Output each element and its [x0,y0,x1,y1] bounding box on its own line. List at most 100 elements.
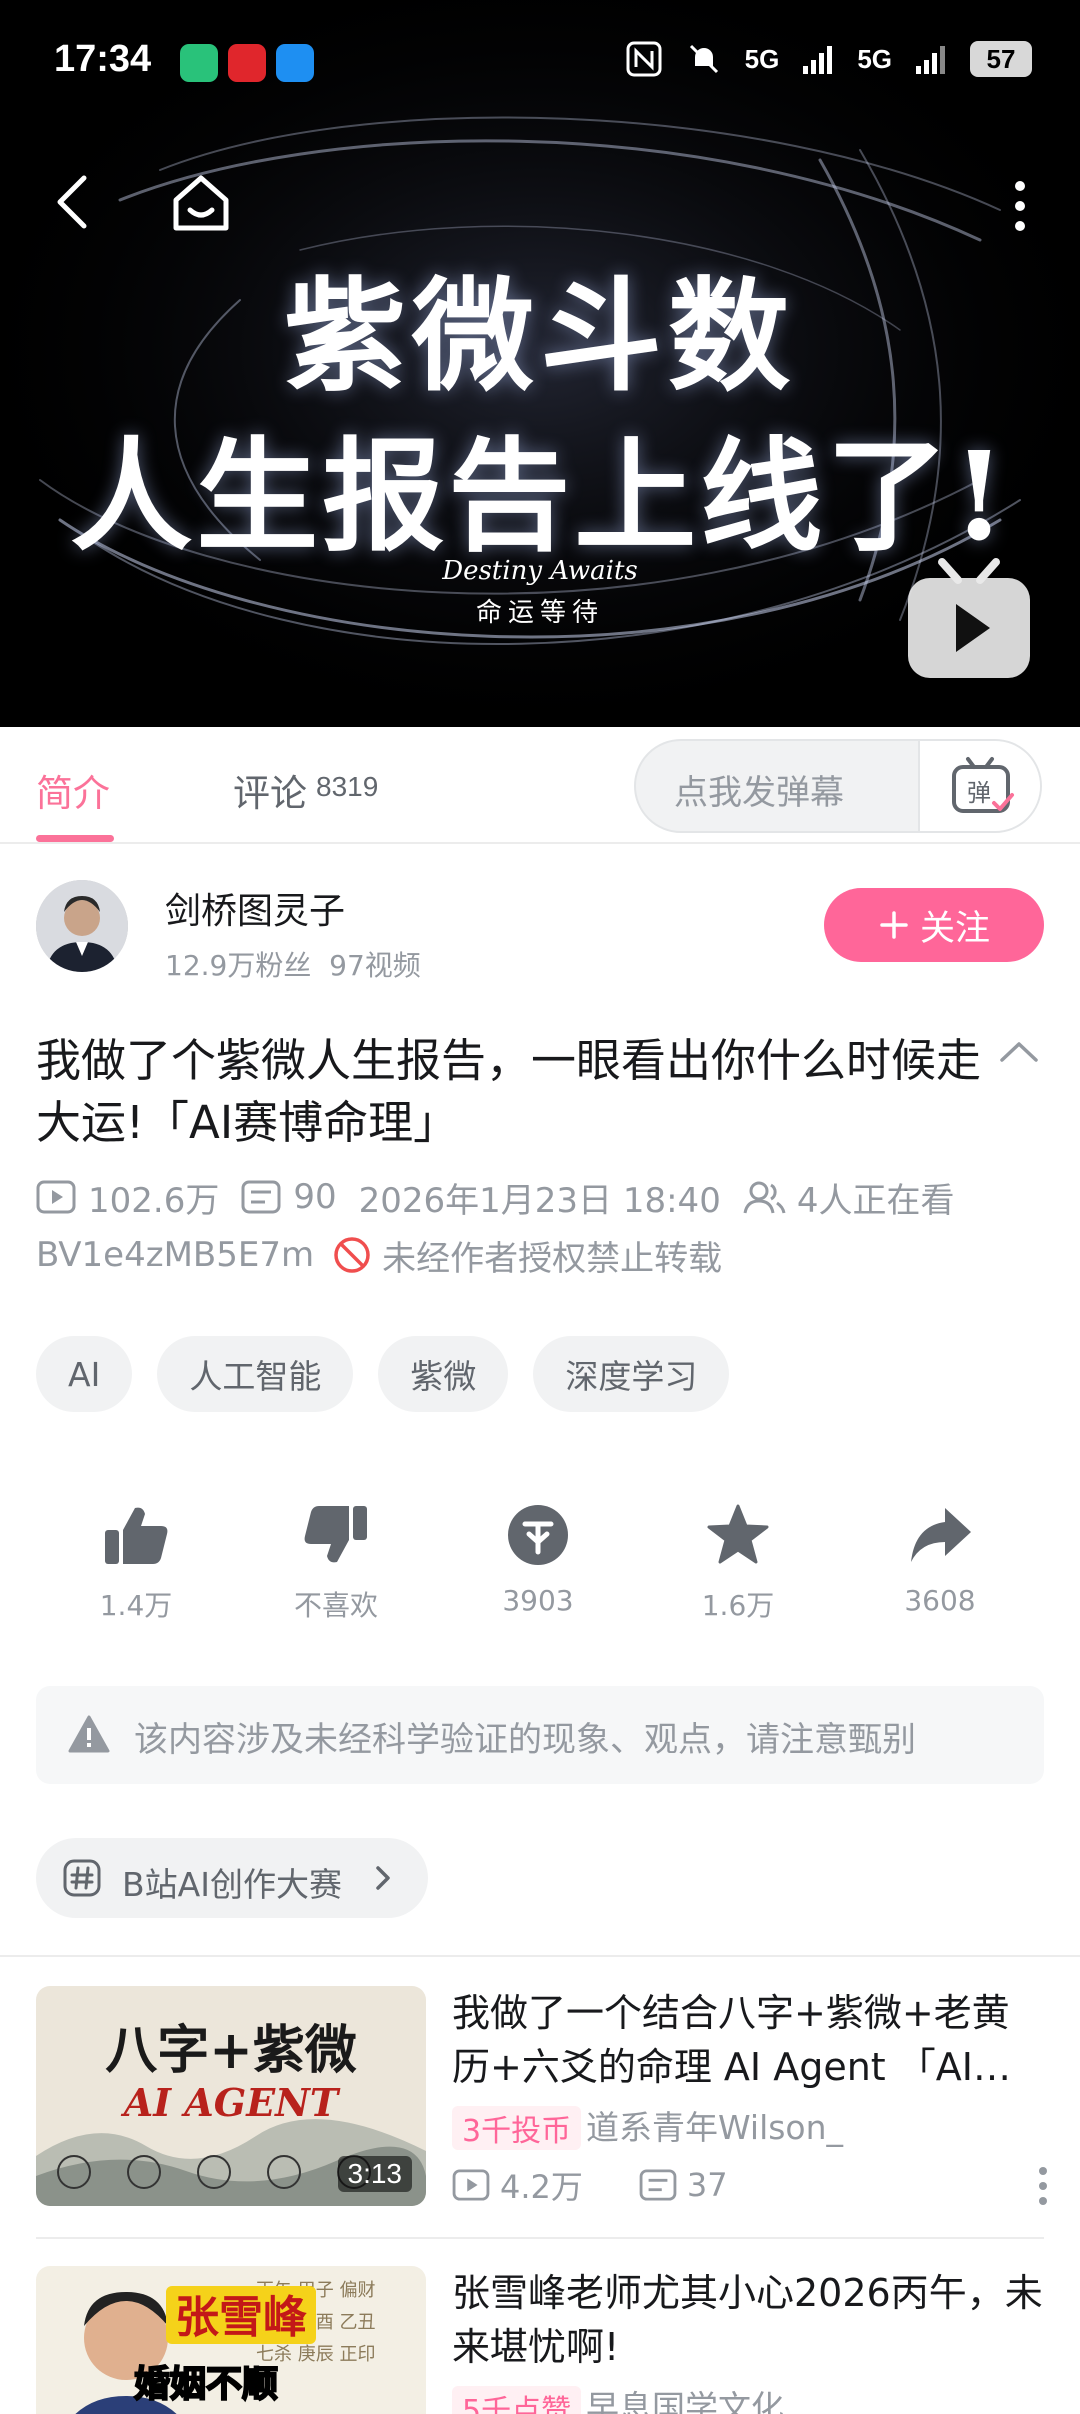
hashtag-icon [63,1859,101,1897]
video-player[interactable]: 17:34 5G 5G 57 紫微斗数 人生报告上线了! Destiny Awa… [0,0,1080,727]
related-thumbnail[interactable]: 八字+紫微 AI AGENT 3:13 [36,1986,426,2206]
related-stats: 4.2万 37 [452,2162,728,2208]
section-divider [0,1955,1080,1957]
thumbnail-text-2: 婚姻不顺 [134,2364,278,2405]
author-avatar[interactable] [36,880,128,972]
bvid: BV1e4zMB5E7m [36,1235,315,1275]
coin-icon [508,1505,568,1565]
like-count: 1.4万 [99,1589,173,1622]
app-notification-icon [276,44,314,82]
tab-active-indicator [36,835,114,842]
danmaku-count-icon [639,2169,677,2201]
danmaku-tv-icon: 弹 [952,757,1014,813]
danmaku-count: 90 [293,1177,337,1217]
tab-intro[interactable]: 简介 [36,763,110,817]
danmaku-placeholder: 点我发弹幕 [674,773,844,813]
cover-headline-line2: 人生报告上线了! [70,424,1010,568]
views-icon [36,1180,76,1214]
mute-bell-icon [689,44,718,74]
related-title[interactable]: 我做了一个结合八字+紫微+老黄历+六爻的命理 AI Agent 「AI… [452,1986,1044,2094]
more-options-icon[interactable] [1000,178,1040,234]
science-notice: 该内容涉及未经科学验证的现象、观点，请注意甄别 [36,1686,1044,1784]
status-time: 17:34 [54,38,152,80]
signal-icon [803,46,833,74]
follow-label: 关注 [919,908,990,949]
notice-text: 该内容涉及未经科学验证的现象、观点，请注意甄别 [134,1720,916,1760]
share-arrow-icon [911,1508,971,1562]
detail-tabs: 简介 评论 8319 点我发弹幕 弹 [0,727,1080,844]
thumbnail-text-2: AI AGENT [121,2080,341,2125]
share-button[interactable]: 3608 [840,1502,1040,1617]
coin-count: 3903 [502,1584,574,1617]
thumbnail-text-1: 八字+紫微 [105,2020,357,2081]
dislike-button[interactable]: 不喜欢 [236,1502,436,1624]
like-button[interactable]: 1.4万 [36,1502,236,1624]
avatar-image [36,880,128,972]
dislike-label: 不喜欢 [293,1589,378,1622]
back-arrow-icon[interactable] [50,172,94,232]
danmaku-button-label: 弹 [967,779,991,807]
related-danmaku: 37 [686,2166,728,2204]
views-icon [452,2169,490,2201]
danmaku-input[interactable]: 点我发弹幕 弹 [634,739,1042,833]
chevron-right-icon [376,1866,390,1890]
app-notification-icon [180,44,218,82]
video-duration: 3:13 [337,2156,412,2192]
favorite-button[interactable]: 1.6万 [638,1502,838,1624]
video-meta-row: 102.6万 90 2026年1月23日 18:40 4人正在看 [36,1172,954,1222]
coin-button[interactable]: 3903 [438,1502,638,1617]
battery-indicator: 57 [970,41,1032,77]
contest-topic-chip[interactable]: B站AI创作大赛 [36,1838,428,1918]
action-bar: 1.4万 不喜欢 3903 1.6万 3608 [36,1502,1044,1642]
contest-label: B站AI创作大赛 [122,1865,342,1904]
publish-time: 2026年1月23日 18:40 [358,1180,721,1221]
view-count: 102.6万 [88,1180,220,1221]
more-options-icon[interactable] [1036,2166,1050,2206]
danmaku-count-icon [241,1180,281,1214]
chevron-up-icon[interactable] [998,1036,1040,1066]
related-badge: 5千点赞 [452,2386,582,2414]
follow-button[interactable]: 关注 [824,888,1044,962]
author-name[interactable]: 剑桥图灵子 [165,882,345,934]
status-bar: 17:34 5G 5G 57 [0,0,1080,120]
network-label: 5G [744,43,780,74]
star-icon [707,1504,769,1564]
app-notification-icon [228,44,266,82]
home-icon[interactable] [168,170,234,236]
related-author[interactable]: 道系青年Wilson_ [586,2106,843,2150]
plus-icon [880,911,908,939]
cover-headline-line1: 紫微斗数 [284,264,796,408]
tag-item[interactable]: 深度学习 [533,1336,730,1412]
related-thumbnail[interactable]: 丙午 甲子 偏财 正官 癸酉 乙丑 七杀 庚辰 正印 张雪峰 婚姻不顺 [36,2266,426,2414]
video-detail-page: { "status_bar": { "time": "17:34", "netw… [0,0,1080,2414]
comments-count: 8319 [316,771,379,802]
repost-notice: 未经作者授权禁止转载 [382,1238,723,1279]
related-badge: 3千投币 [452,2106,582,2150]
thumbnail-image: 丙午 甲子 偏财 正官 癸酉 乙丑 七杀 庚辰 正印 张雪峰 婚姻不顺 [36,2266,426,2414]
thumbnail-text-1: 张雪峰 [175,2292,307,2343]
author-stats: 12.9万粉丝 97视频 [165,949,421,982]
svg-text:七杀 庚辰 正印: 七杀 庚辰 正印 [256,2344,375,2365]
play-icon[interactable] [906,556,1032,680]
share-count: 3608 [904,1584,976,1617]
danmaku-toggle-button[interactable]: 弹 [918,741,1040,831]
nfc-icon [626,41,662,77]
thumbs-up-icon [105,1507,168,1564]
tab-comments[interactable]: 评论 [233,763,307,817]
network-label: 5G [857,43,892,74]
no-repost-icon [334,1237,370,1273]
related-video-card[interactable]: 丙午 甲子 偏财 正官 癸酉 乙丑 七杀 庚辰 正印 张雪峰 婚姻不顺 张雪峰老… [36,2266,1044,2414]
watching-people-icon [743,1181,786,1214]
watching-count: 4人正在看 [796,1180,955,1221]
warning-icon [68,1715,110,1753]
thumbs-down-icon [304,1506,367,1563]
related-author[interactable]: 早息国学文化 [586,2386,784,2414]
related-title[interactable]: 张雪峰老师尤其小心2026丙午，未来堪忧啊! [452,2266,1044,2374]
tag-item[interactable]: 紫微 [378,1336,509,1412]
related-video-card[interactable]: 八字+紫微 AI AGENT 3:13 我做了一个结合八字+紫微+老黄历+六爻的… [36,1986,1047,2208]
signal-icon [916,46,945,74]
tag-item[interactable]: 人工智能 [157,1336,354,1412]
tag-list: AI 人工智能 紫微 深度学习 [36,1336,730,1412]
video-title: 我做了个紫微人生报告，一眼看出你什么时候走大运!「AI赛博命理」 [36,1034,982,1149]
tag-item[interactable]: AI [36,1336,133,1412]
